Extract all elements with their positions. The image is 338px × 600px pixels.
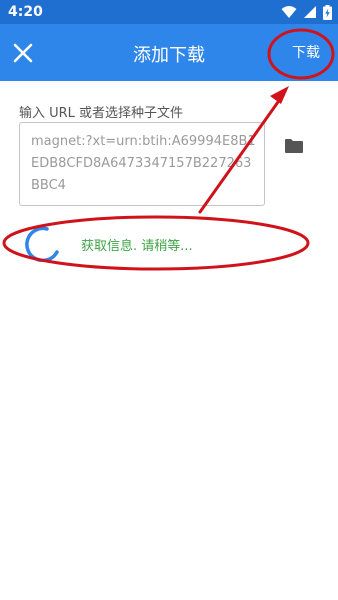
signal-icon [304,6,316,18]
download-button[interactable]: 下载 [292,42,320,62]
annotation-arrow-head [270,86,289,104]
url-input[interactable]: magnet:?xt=urn:btih:A69994E8B1EDB8CFD8A6… [19,122,265,206]
loading-status-text: 获取信息. 请稍等... [81,239,193,254]
status-icons [281,4,332,20]
folder-icon[interactable] [285,138,303,153]
wifi-icon [281,6,297,18]
loading-spinner-icon [25,226,59,262]
url-field-label: 输入 URL 或者选择种子文件 [19,106,184,121]
url-input-value: magnet:?xt=urn:btih:A69994E8B1EDB8CFD8A6… [31,134,256,193]
page-title: 添加下载 [133,45,205,66]
status-time: 4:20 [8,4,43,20]
annotation-overlay [2,28,335,271]
battery-charging-icon [323,4,332,20]
app-bar: 添加下载 下载 [0,24,338,81]
status-bar: 4:20 [0,0,338,24]
